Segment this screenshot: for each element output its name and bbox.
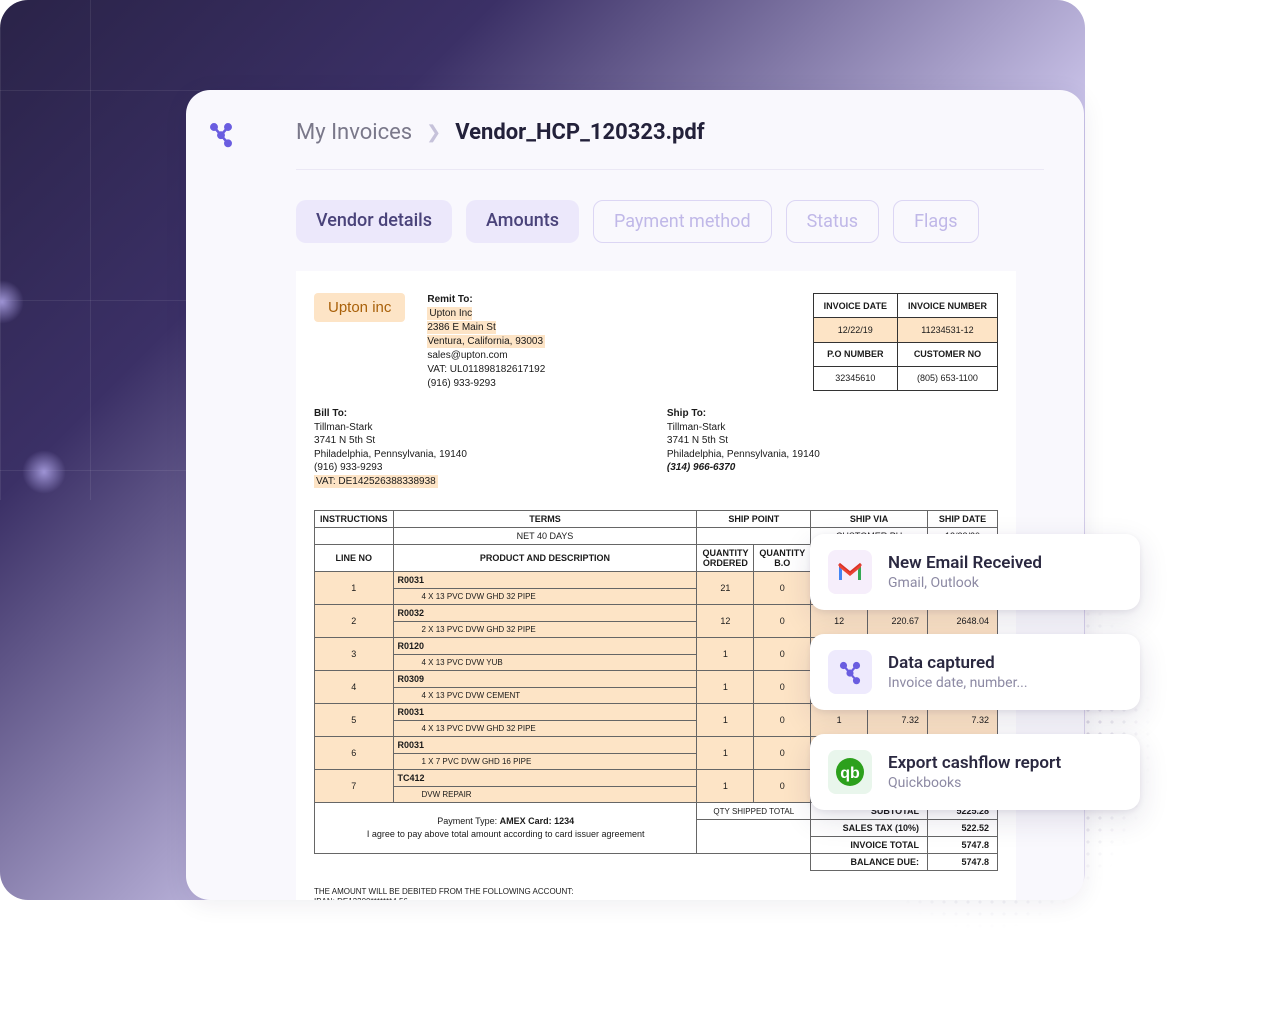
remit-vat: VAT: UL011898182617192 <box>427 364 545 375</box>
quickbooks-icon: qb <box>828 750 872 794</box>
remit-name: Upton Inc <box>429 308 472 319</box>
th-ship-point: SHIP POINT <box>697 511 811 528</box>
pay-agreement: I agree to pay above total amount accord… <box>367 829 645 839</box>
pay-type-label: Payment Type: <box>437 816 499 826</box>
svg-text:qb: qb <box>840 765 860 782</box>
remit-label: Remit To: <box>427 294 472 305</box>
td-po-number: 32345610 <box>813 366 897 390</box>
qty-shipped-total-label: QTY SHIPPED TOTAL <box>697 803 811 820</box>
debit-footer: THE AMOUNT WILL BE DEBITED FROM THE FOLL… <box>314 887 998 900</box>
ship-to-phone: (314) 966-6370 <box>667 462 735 473</box>
bill-to-vat: VAT: DE142526388338938 <box>314 475 438 488</box>
th-instructions: INSTRUCTIONS <box>315 511 394 528</box>
logo-icon <box>207 120 235 148</box>
bill-to-phone: (916) 933-9293 <box>314 462 382 473</box>
td-invoice-number: 11234531-12 <box>897 318 997 342</box>
ship-to-label: Ship To: <box>667 408 706 419</box>
remit-addr1: 2386 E Main St <box>427 322 495 333</box>
card-email-sub: Gmail, Outlook <box>888 575 1042 591</box>
td-terms-val: NET 40 DAYS <box>393 528 697 545</box>
ship-to-block: Ship To: Tillman-Stark 3741 N 5th St Phi… <box>667 407 820 488</box>
th-invoice-date: INVOICE DATE <box>813 294 897 318</box>
bill-to-addr2: Philadelphia, Pennsylvania, 19140 <box>314 449 467 460</box>
integration-cards: New Email Received Gmail, Outlook Data c… <box>810 534 1140 810</box>
tab-amounts[interactable]: Amounts <box>466 200 579 243</box>
invoice-total-value: 5747.8 <box>928 837 998 854</box>
remit-addr2: Ventura, California, 93003 <box>427 336 543 347</box>
vendor-name-highlight: Upton inc <box>314 293 405 322</box>
th-invoice-number: INVOICE NUMBER <box>897 294 997 318</box>
th-ship-via: SHIP VIA <box>811 511 928 528</box>
payment-type-cell: Payment Type: AMEX Card: 1234 I agree to… <box>315 803 697 854</box>
bill-to-name: Tillman-Stark <box>314 422 373 433</box>
ship-to-name: Tillman-Stark <box>667 422 726 433</box>
tax-value: 522.52 <box>928 820 998 837</box>
gmail-icon <box>828 550 872 594</box>
card-data-captured[interactable]: Data captured Invoice date, number... <box>810 634 1140 710</box>
breadcrumb: My Invoices ❯ Vendor_HCP_120323.pdf <box>296 120 1044 170</box>
bill-to-label: Bill To: <box>314 408 347 419</box>
invoice-meta-table: INVOICE DATEINVOICE NUMBER 12/22/1911234… <box>813 293 998 391</box>
th-line-no: LINE NO <box>315 545 394 572</box>
balance-due-label: BALANCE DUE: <box>811 854 928 871</box>
remit-to-block: Remit To: Upton Inc 2386 E Main St Ventu… <box>427 293 545 391</box>
tax-label: SALES TAX (10%) <box>811 820 928 837</box>
breadcrumb-current: Vendor_HCP_120323.pdf <box>455 120 704 145</box>
remit-phone: (916) 933-9293 <box>427 378 495 389</box>
ship-to-addr2: Philadelphia, Pennsylvania, 19140 <box>667 449 820 460</box>
remit-email: sales@upton.com <box>427 350 507 361</box>
footer-l2: IBAN: DE12300*******4 56 <box>314 897 408 900</box>
network-icon <box>828 650 872 694</box>
td-customer-no: (805) 653-1100 <box>897 366 997 390</box>
bill-to-block: Bill To: Tillman-Stark 3741 N 5th St Phi… <box>314 407 467 488</box>
ship-to-addr1: 3741 N 5th St <box>667 435 728 446</box>
pay-type-value: AMEX Card: 1234 <box>500 816 575 826</box>
th-prod-desc: PRODUCT AND DESCRIPTION <box>393 545 697 572</box>
th-ship-date: SHIP DATE <box>928 511 998 528</box>
balance-due-value: 5747.8 <box>928 854 998 871</box>
tab-payment-method[interactable]: Payment method <box>593 200 772 243</box>
tab-vendor-details[interactable]: Vendor details <box>296 200 452 243</box>
th-terms: TERMS <box>393 511 697 528</box>
breadcrumb-root[interactable]: My Invoices <box>296 120 412 145</box>
th-qty-bo: QUANTITY B.O <box>754 545 811 572</box>
card-email-title: New Email Received <box>888 553 1042 573</box>
th-po-number: P.O NUMBER <box>813 342 897 366</box>
th-qty-ord: QUANTITY ORDERED <box>697 545 754 572</box>
card-new-email[interactable]: New Email Received Gmail, Outlook <box>810 534 1140 610</box>
card-export-title: Export cashflow report <box>888 753 1061 773</box>
app-sidebar <box>186 90 256 900</box>
card-data-title: Data captured <box>888 653 1028 673</box>
card-data-sub: Invoice date, number... <box>888 675 1028 691</box>
bill-to-addr1: 3741 N 5th St <box>314 435 375 446</box>
card-export-cashflow[interactable]: qb Export cashflow report Quickbooks <box>810 734 1140 810</box>
tab-status[interactable]: Status <box>786 200 879 243</box>
chevron-right-icon: ❯ <box>426 122 441 143</box>
tabs-row: Vendor details Amounts Payment method St… <box>296 200 1044 243</box>
th-customer-no: CUSTOMER NO <box>897 342 997 366</box>
invoice-total-label: INVOICE TOTAL <box>811 837 928 854</box>
card-export-sub: Quickbooks <box>888 775 1061 791</box>
tab-flags[interactable]: Flags <box>893 200 979 243</box>
td-invoice-date: 12/22/19 <box>813 318 897 342</box>
footer-l1: THE AMOUNT WILL BE DEBITED FROM THE FOLL… <box>314 887 573 896</box>
